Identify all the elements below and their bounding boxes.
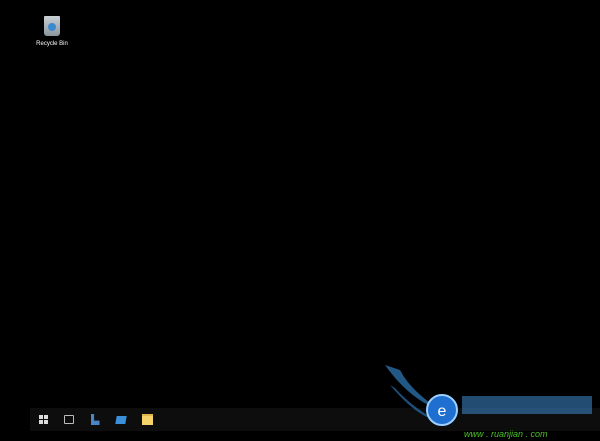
windows-logo-icon — [38, 415, 48, 424]
taskbar-file-explorer[interactable] — [134, 408, 160, 431]
internet-explorer-icon — [115, 415, 127, 424]
recycle-bin-icon — [44, 16, 60, 36]
desktop-icon-label: Recycle Bin — [36, 41, 68, 47]
taskbar-internet-explorer[interactable] — [108, 408, 134, 431]
start-button[interactable] — [30, 408, 56, 431]
task-view-icon — [64, 415, 74, 424]
svg-text:www . ruanjian . com: www . ruanjian . com — [464, 429, 548, 439]
desktop-icon-recycle-bin[interactable]: Recycle Bin — [32, 16, 72, 47]
powershell-icon — [90, 414, 100, 425]
svg-text:e: e — [438, 403, 447, 420]
taskbar-powershell[interactable] — [82, 408, 108, 431]
task-view-button[interactable] — [56, 408, 82, 431]
watermark-logo: e www . ruanjian . com — [385, 365, 592, 439]
folder-icon — [141, 414, 153, 425]
